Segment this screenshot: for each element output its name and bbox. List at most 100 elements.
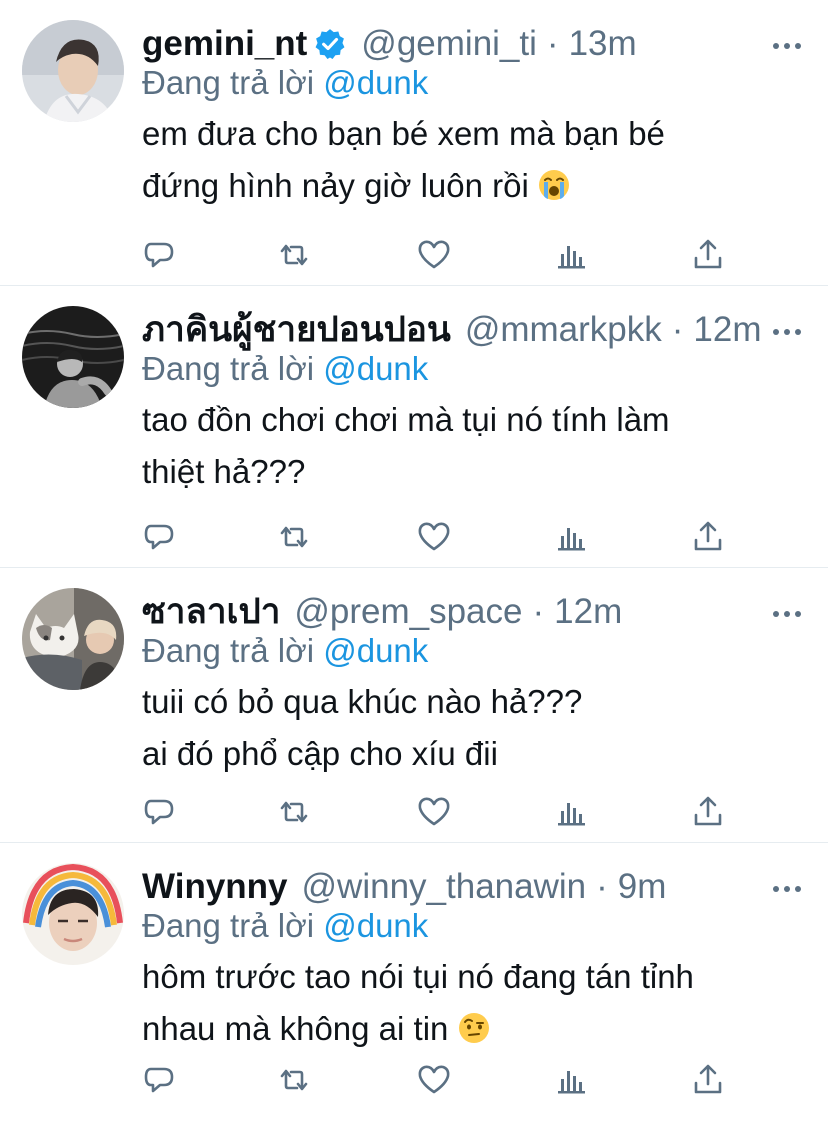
analytics-button[interactable] bbox=[554, 794, 590, 830]
action-bar bbox=[142, 794, 742, 830]
tweet-text-line: thiệt hả??? bbox=[142, 453, 306, 490]
timestamp[interactable]: 12m bbox=[693, 308, 761, 352]
separator-dot: · bbox=[671, 310, 684, 349]
timestamp[interactable]: 12m bbox=[554, 590, 622, 634]
like-button[interactable] bbox=[416, 519, 452, 555]
reply-button[interactable] bbox=[142, 794, 178, 830]
timestamp[interactable]: 9m bbox=[618, 865, 667, 909]
reply-button[interactable] bbox=[142, 519, 178, 555]
like-icon bbox=[418, 522, 450, 551]
share-icon bbox=[694, 796, 722, 826]
reply-button[interactable] bbox=[142, 1062, 178, 1098]
action-bar bbox=[142, 1062, 742, 1098]
reply-icon bbox=[144, 799, 174, 825]
analytics-button[interactable] bbox=[554, 519, 590, 555]
tweet-body: gemini_nt @gemini_ti · 13m Đang trả lời … bbox=[142, 22, 798, 212]
analytics-icon bbox=[558, 1071, 585, 1094]
replying-to: Đang trả lời @dunk bbox=[142, 630, 798, 672]
action-bar bbox=[142, 519, 742, 555]
tweet[interactable]: gemini_nt @gemini_ti · 13m Đang trả lời … bbox=[0, 0, 828, 286]
analytics-icon bbox=[558, 246, 585, 269]
tweet-text: em đưa cho bạn bé xem mà bạn bé đứng hìn… bbox=[142, 108, 798, 212]
tweet-text-line-with-emoji: đứng hình nảy giờ luôn rồi bbox=[142, 160, 798, 212]
mention-link[interactable]: @dunk bbox=[323, 64, 428, 101]
retweet-button[interactable] bbox=[276, 794, 312, 830]
like-button[interactable] bbox=[416, 237, 452, 273]
tweet-text-line-with-emoji: nhau mà không ai tin bbox=[142, 1003, 798, 1055]
tweet-text: hôm trước tao nói tụi nó đang tán tỉnh n… bbox=[142, 951, 798, 1055]
more-options-icon[interactable] bbox=[772, 606, 802, 617]
tweet-text: tuii có bỏ qua khúc nào hả??? ai đó phổ … bbox=[142, 676, 798, 780]
tweet-text-line: đứng hình nảy giờ luôn rồi bbox=[142, 167, 529, 204]
tweet[interactable]: ซาลาเปา @prem_space · 12m Đang trả lời @… bbox=[0, 568, 828, 843]
mention-link[interactable]: @dunk bbox=[323, 632, 428, 669]
tweet-body: ซาลาเปา @prem_space · 12m Đang trả lời @… bbox=[142, 590, 798, 780]
share-button[interactable] bbox=[690, 794, 726, 830]
like-button[interactable] bbox=[416, 1062, 452, 1098]
more-options-icon[interactable] bbox=[772, 881, 802, 892]
user-handle[interactable]: @gemini_ti bbox=[361, 22, 537, 66]
timestamp[interactable]: 13m bbox=[569, 22, 637, 66]
analytics-button[interactable] bbox=[554, 237, 590, 273]
replying-label: Đang trả lời bbox=[142, 632, 315, 669]
reply-icon bbox=[144, 1067, 174, 1093]
tweet[interactable]: ภาคินผู้ชายปอนปอน @mmarkpkk · 12m Đang t… bbox=[0, 286, 828, 568]
user-handle[interactable]: @winny_thanawin bbox=[302, 865, 587, 909]
retweet-icon bbox=[280, 244, 308, 266]
separator-dot: · bbox=[546, 24, 559, 63]
analytics-icon bbox=[558, 528, 585, 551]
display-name[interactable]: ภาคินผู้ชายปอนปอน bbox=[142, 308, 451, 352]
display-name[interactable]: ซาลาเปา bbox=[142, 590, 280, 634]
avatar[interactable] bbox=[22, 863, 124, 965]
reply-icon bbox=[144, 524, 174, 550]
retweet-button[interactable] bbox=[276, 1062, 312, 1098]
avatar[interactable] bbox=[22, 20, 124, 122]
avatar[interactable] bbox=[22, 588, 124, 690]
tweet[interactable]: Winynny @winny_thanawin · 9m Đang trả lờ… bbox=[0, 843, 828, 1121]
user-handle[interactable]: @prem_space bbox=[294, 590, 522, 634]
separator-dot: · bbox=[532, 592, 545, 631]
tweet-text-line: hôm trước tao nói tụi nó đang tán tỉnh bbox=[142, 958, 694, 995]
replying-to: Đang trả lời @dunk bbox=[142, 905, 798, 947]
tweet-text-line: tuii có bỏ qua khúc nào hả??? bbox=[142, 683, 583, 720]
like-icon bbox=[418, 240, 450, 269]
like-icon bbox=[418, 1065, 450, 1094]
more-options-icon[interactable] bbox=[772, 38, 802, 49]
display-name[interactable]: gemini_nt bbox=[142, 22, 307, 66]
share-button[interactable] bbox=[690, 1062, 726, 1098]
tweet-text-line: em đưa cho bạn bé xem mà bạn bé bbox=[142, 115, 665, 152]
retweet-button[interactable] bbox=[276, 519, 312, 555]
tweet-text-line: tao đồn chơi chơi mà tụi nó tính làm bbox=[142, 401, 670, 438]
share-button[interactable] bbox=[690, 237, 726, 273]
analytics-icon bbox=[558, 803, 585, 826]
more-options-icon[interactable] bbox=[772, 324, 802, 335]
tweet-text-line: ai đó phổ cập cho xíu đii bbox=[142, 735, 498, 772]
tweet-header: gemini_nt @gemini_ti · 13m bbox=[142, 22, 798, 66]
tweet-header: Winynny @winny_thanawin · 9m bbox=[142, 865, 798, 909]
like-button[interactable] bbox=[416, 794, 452, 830]
analytics-button[interactable] bbox=[554, 1062, 590, 1098]
mention-link[interactable]: @dunk bbox=[323, 907, 428, 944]
avatar[interactable] bbox=[22, 306, 124, 408]
mention-link[interactable]: @dunk bbox=[323, 350, 428, 387]
tweet-header: ซาลาเปา @prem_space · 12m bbox=[142, 590, 798, 634]
share-icon bbox=[694, 521, 722, 551]
reply-button[interactable] bbox=[142, 237, 178, 273]
share-icon bbox=[694, 239, 722, 269]
loudly-crying-face-emoji bbox=[538, 164, 570, 200]
user-handle[interactable]: @mmarkpkk bbox=[465, 308, 662, 352]
reply-icon bbox=[144, 242, 174, 268]
share-button[interactable] bbox=[690, 519, 726, 555]
like-icon bbox=[418, 797, 450, 826]
separator-dot: · bbox=[596, 867, 608, 906]
tweet-header: ภาคินผู้ชายปอนปอน @mmarkpkk · 12m bbox=[142, 308, 798, 352]
retweet-button[interactable] bbox=[276, 237, 312, 273]
tweet-text: tao đồn chơi chơi mà tụi nó tính làm thi… bbox=[142, 394, 798, 498]
replying-to: Đang trả lời @dunk bbox=[142, 348, 798, 390]
retweet-icon bbox=[280, 526, 308, 548]
tweet-body: ภาคินผู้ชายปอนปอน @mmarkpkk · 12m Đang t… bbox=[142, 308, 798, 498]
reply-feed: gemini_nt @gemini_ti · 13m Đang trả lời … bbox=[0, 0, 828, 1121]
display-name[interactable]: Winynny bbox=[142, 865, 288, 909]
face-with-raised-eyebrow-emoji bbox=[458, 1007, 490, 1043]
replying-label: Đang trả lời bbox=[142, 350, 315, 387]
